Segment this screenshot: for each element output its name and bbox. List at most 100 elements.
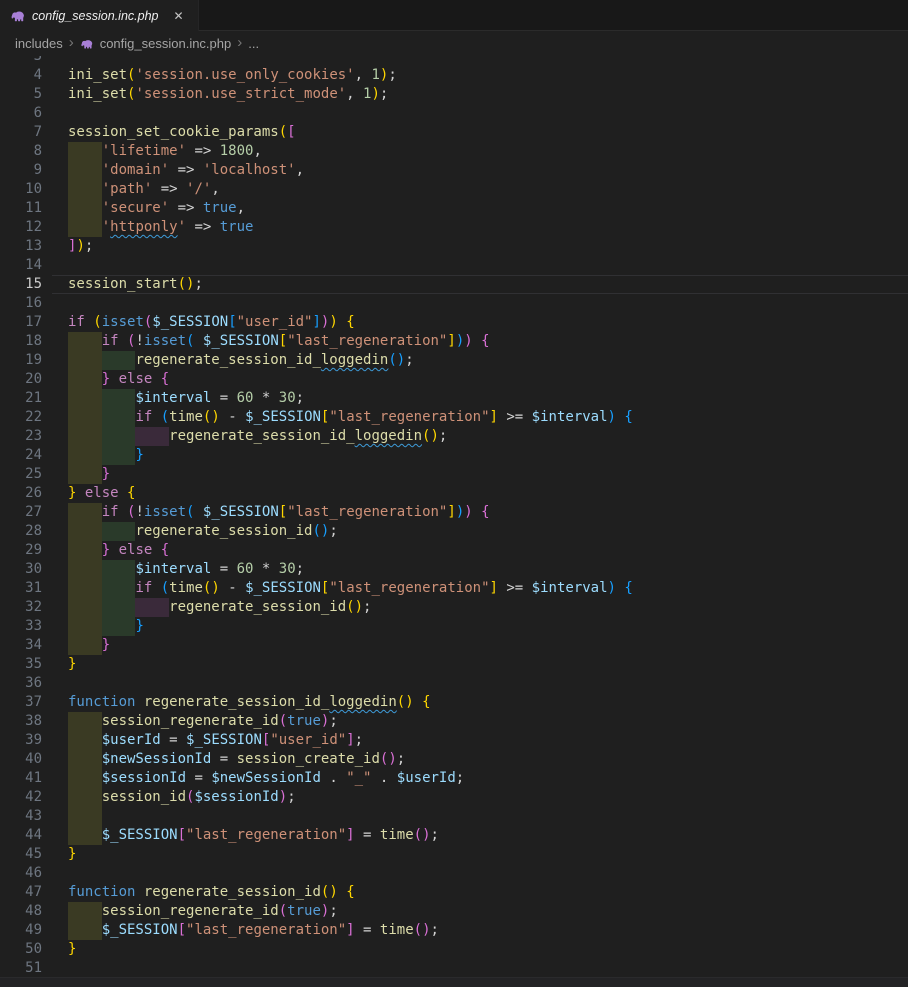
code-line-content[interactable]: function regenerate_session_id_loggedin(…: [68, 693, 908, 712]
code-line[interactable]: 46: [0, 864, 908, 883]
code-line-content[interactable]: [68, 864, 908, 883]
line-number[interactable]: 26: [0, 484, 68, 503]
code-line-content[interactable]: session_set_cookie_params([: [68, 123, 908, 142]
line-number[interactable]: 31: [0, 579, 68, 598]
code-line[interactable]: 15session_start();: [0, 275, 908, 294]
code-line-content[interactable]: } else {: [68, 541, 908, 560]
line-number[interactable]: 19: [0, 351, 68, 370]
code-line-content[interactable]: if (!isset( $_SESSION["last_regeneration…: [68, 503, 908, 522]
line-number[interactable]: 41: [0, 769, 68, 788]
line-number[interactable]: 51: [0, 959, 68, 977]
line-number[interactable]: 21: [0, 389, 68, 408]
line-number[interactable]: 46: [0, 864, 68, 883]
code-line[interactable]: 28 regenerate_session_id();: [0, 522, 908, 541]
code-line[interactable]: 9 'domain' => 'localhost',: [0, 161, 908, 180]
line-number[interactable]: 3: [0, 56, 68, 66]
line-number[interactable]: 43: [0, 807, 68, 826]
code-line-content[interactable]: }: [68, 465, 908, 484]
code-line-content[interactable]: $interval = 60 * 30;: [68, 389, 908, 408]
code-line-content[interactable]: [68, 104, 908, 123]
line-number[interactable]: 32: [0, 598, 68, 617]
line-number[interactable]: 45: [0, 845, 68, 864]
code-line[interactable]: 22 if (time() - $_SESSION["last_regenera…: [0, 408, 908, 427]
line-number[interactable]: 12: [0, 218, 68, 237]
tab-close-icon[interactable]: ✕: [168, 6, 188, 26]
code-line[interactable]: 27 if (!isset( $_SESSION["last_regenerat…: [0, 503, 908, 522]
line-number[interactable]: 23: [0, 427, 68, 446]
line-number[interactable]: 27: [0, 503, 68, 522]
line-number[interactable]: 42: [0, 788, 68, 807]
line-number[interactable]: 48: [0, 902, 68, 921]
code-line[interactable]: 3: [0, 56, 908, 66]
code-line[interactable]: 5ini_set('session.use_strict_mode', 1);: [0, 85, 908, 104]
code-line-content[interactable]: [68, 959, 908, 977]
code-line-content[interactable]: $newSessionId = session_create_id();: [68, 750, 908, 769]
code-line[interactable]: 8 'lifetime' => 1800,: [0, 142, 908, 161]
line-number[interactable]: 49: [0, 921, 68, 940]
line-number[interactable]: 47: [0, 883, 68, 902]
code-line[interactable]: 40 $newSessionId = session_create_id();: [0, 750, 908, 769]
code-line-content[interactable]: 'domain' => 'localhost',: [68, 161, 908, 180]
code-line[interactable]: 47function regenerate_session_id() {: [0, 883, 908, 902]
code-line-content[interactable]: 'path' => '/',: [68, 180, 908, 199]
code-line-content[interactable]: if (isset($_SESSION["user_id"])) {: [68, 313, 908, 332]
code-line-content[interactable]: regenerate_session_id_loggedin();: [68, 351, 908, 370]
line-number[interactable]: 17: [0, 313, 68, 332]
code-line-content[interactable]: if (time() - $_SESSION["last_regeneratio…: [68, 408, 908, 427]
line-number[interactable]: 29: [0, 541, 68, 560]
code-line-content[interactable]: [68, 807, 908, 826]
code-line[interactable]: 4ini_set('session.use_only_cookies', 1);: [0, 66, 908, 85]
line-number[interactable]: 15: [0, 275, 68, 294]
code-line-content[interactable]: 'secure' => true,: [68, 199, 908, 218]
line-number[interactable]: 34: [0, 636, 68, 655]
code-line[interactable]: 19 regenerate_session_id_loggedin();: [0, 351, 908, 370]
line-number[interactable]: 16: [0, 294, 68, 313]
code-line-content[interactable]: regenerate_session_id_loggedin();: [68, 427, 908, 446]
code-line[interactable]: 44 $_SESSION["last_regeneration"] = time…: [0, 826, 908, 845]
code-line-content[interactable]: session_id($sessionId);: [68, 788, 908, 807]
horizontal-scrollbar-area[interactable]: [0, 977, 908, 987]
line-number[interactable]: 5: [0, 85, 68, 104]
line-number[interactable]: 13: [0, 237, 68, 256]
code-line[interactable]: 48 session_regenerate_id(true);: [0, 902, 908, 921]
code-line-content[interactable]: ]);: [68, 237, 908, 256]
code-line[interactable]: 11 'secure' => true,: [0, 199, 908, 218]
code-line[interactable]: 33 }: [0, 617, 908, 636]
code-line[interactable]: 18 if (!isset( $_SESSION["last_regenerat…: [0, 332, 908, 351]
tab-config-session-inc-php[interactable]: config_session.inc.php ✕: [0, 0, 199, 31]
code-line-content[interactable]: 'lifetime' => 1800,: [68, 142, 908, 161]
code-line-content[interactable]: session_start();: [68, 275, 908, 294]
code-line[interactable]: 51: [0, 959, 908, 977]
code-line[interactable]: 17if (isset($_SESSION["user_id"])) {: [0, 313, 908, 332]
line-number[interactable]: 9: [0, 161, 68, 180]
code-line[interactable]: 25 }: [0, 465, 908, 484]
line-number[interactable]: 36: [0, 674, 68, 693]
line-number[interactable]: 24: [0, 446, 68, 465]
code-line[interactable]: 37function regenerate_session_id_loggedi…: [0, 693, 908, 712]
code-line[interactable]: 14: [0, 256, 908, 275]
code-line[interactable]: 10 'path' => '/',: [0, 180, 908, 199]
line-number[interactable]: 18: [0, 332, 68, 351]
code-line[interactable]: 26} else {: [0, 484, 908, 503]
line-number[interactable]: 30: [0, 560, 68, 579]
line-number[interactable]: 50: [0, 940, 68, 959]
breadcrumb-folder[interactable]: includes: [15, 36, 63, 51]
code-line[interactable]: 39 $userId = $_SESSION["user_id"];: [0, 731, 908, 750]
code-line-content[interactable]: regenerate_session_id();: [68, 598, 908, 617]
line-number[interactable]: 7: [0, 123, 68, 142]
code-line-content[interactable]: session_regenerate_id(true);: [68, 712, 908, 731]
code-line[interactable]: 41 $sessionId = $newSessionId . "_" . $u…: [0, 769, 908, 788]
code-line-content[interactable]: }: [68, 845, 908, 864]
breadcrumb-file[interactable]: config_session.inc.php: [100, 36, 232, 51]
code-line[interactable]: 38 session_regenerate_id(true);: [0, 712, 908, 731]
code-line-content[interactable]: }: [68, 617, 908, 636]
code-line[interactable]: 43: [0, 807, 908, 826]
code-line[interactable]: 21 $interval = 60 * 30;: [0, 389, 908, 408]
code-line-content[interactable]: [68, 56, 908, 66]
code-line-content[interactable]: }: [68, 636, 908, 655]
code-line-content[interactable]: $_SESSION["last_regeneration"] = time();: [68, 826, 908, 845]
code-line[interactable]: 45}: [0, 845, 908, 864]
line-number[interactable]: 35: [0, 655, 68, 674]
line-number[interactable]: 8: [0, 142, 68, 161]
line-number[interactable]: 33: [0, 617, 68, 636]
